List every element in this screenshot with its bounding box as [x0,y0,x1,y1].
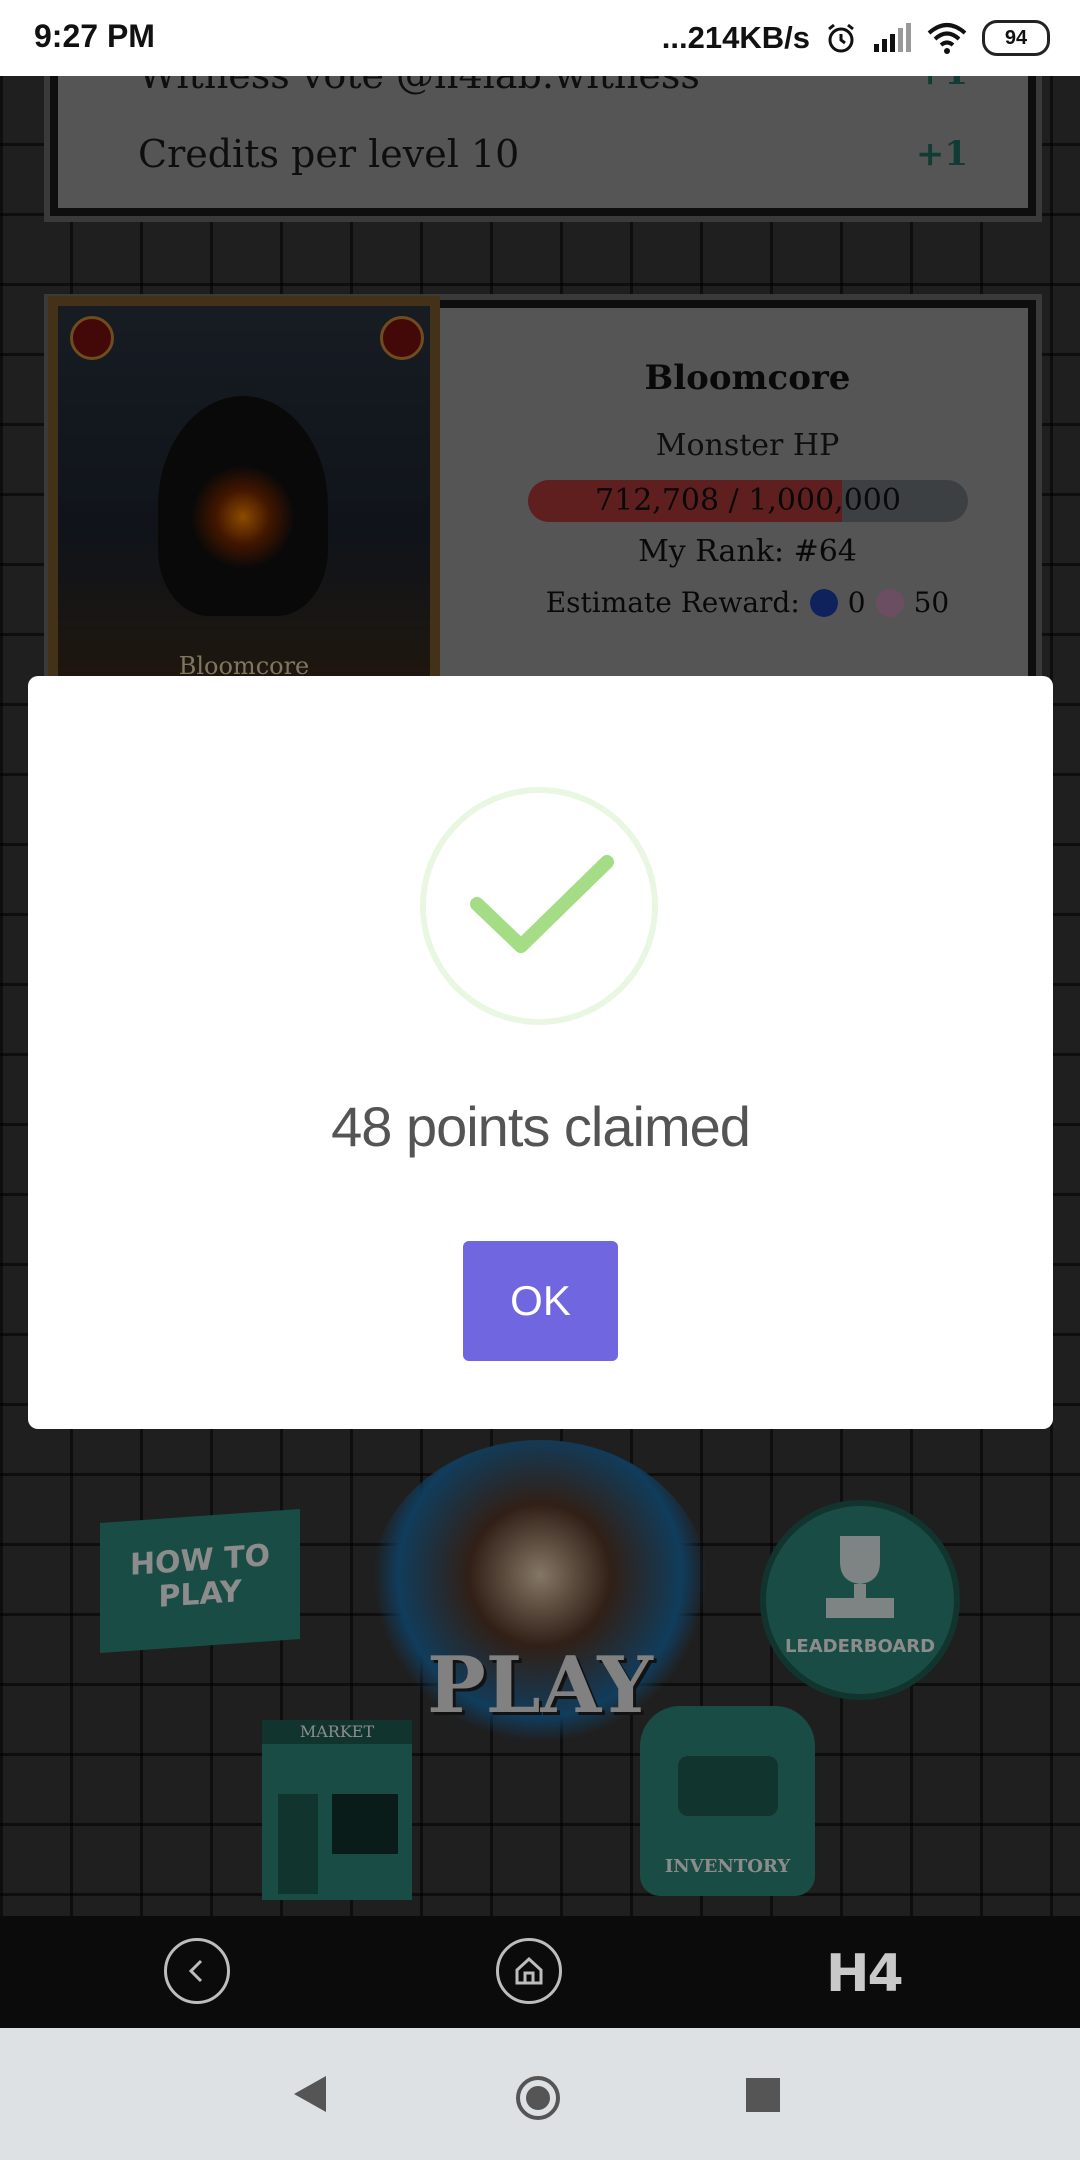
success-dialog: 48 points claimed OK [28,676,1053,1429]
alarm-icon [828,23,854,53]
system-back-icon[interactable] [294,2076,326,2112]
home-icon [515,1956,543,1985]
status-bar: 9:27 PM ...214KB/s 94 [0,0,1080,76]
signal-icon [874,23,911,52]
battery-icon: 94 [982,20,1050,56]
success-check-icon [420,787,658,1025]
app-bottom-nav [0,1916,1080,2028]
chevron-left-icon [188,1959,203,1983]
network-speed: ...214KB/s [661,20,810,55]
back-button[interactable] [164,1938,230,2004]
system-recents-icon[interactable] [746,2078,780,2112]
home-button[interactable] [496,1938,562,2004]
wifi-icon [927,23,967,54]
clock: 9:27 PM [34,18,155,54]
dialog-title: 48 points claimed [331,1095,751,1158]
status-icons: ...214KB/s 94 [662,16,1050,60]
system-home-dot [526,2086,550,2110]
ok-button[interactable]: OK [463,1241,618,1361]
h4-logo[interactable]: H4 [826,1944,904,2004]
